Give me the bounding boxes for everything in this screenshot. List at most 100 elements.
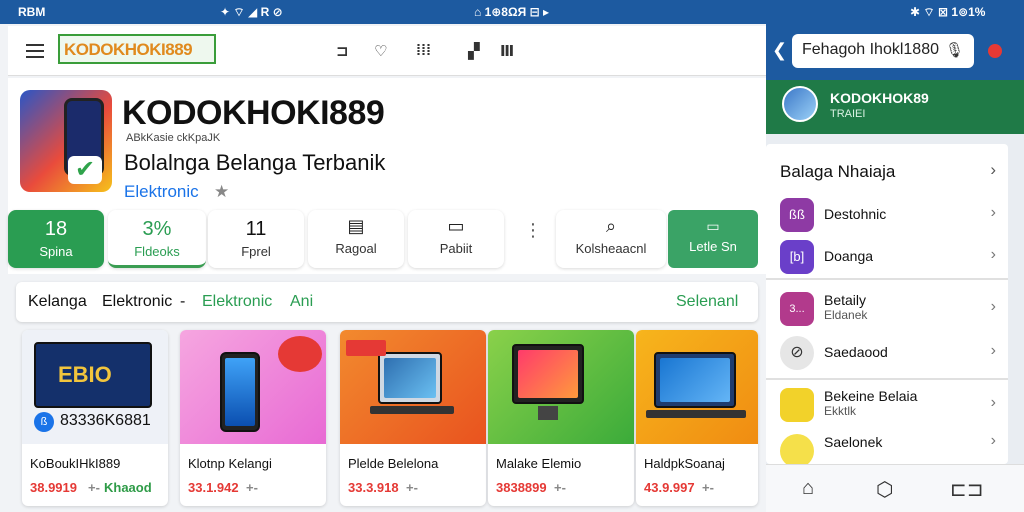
- product-image: EBIO ß 83336K6881: [22, 330, 168, 444]
- menu-item[interactable]: ⊘ Saedaood ›: [766, 330, 1008, 374]
- action-pabiit-button[interactable]: ▭ Pabiit: [408, 210, 504, 268]
- category-label[interactable]: Elektronic: [102, 293, 172, 311]
- divider: [766, 278, 1008, 280]
- search-header: ❮ Fehagoh Ihokl1880 🎙︎: [766, 24, 1024, 80]
- chevron-right-icon: ›: [990, 342, 996, 359]
- sale-burst-icon: [278, 336, 322, 372]
- action-label: Ragoal: [335, 241, 377, 256]
- laptop-screen: [384, 358, 436, 398]
- category-separator: -: [180, 293, 186, 310]
- checkmark-icon: ✔: [68, 156, 102, 184]
- action-ragoal-button[interactable]: ▤ Ragoal: [308, 210, 404, 268]
- home-icon[interactable]: ⌂: [802, 477, 814, 500]
- category-label[interactable]: Kelanga: [28, 293, 87, 311]
- product-name: Malake Elemio: [496, 456, 582, 471]
- bars-icon[interactable]: Ⅲ: [500, 42, 514, 60]
- laptop-base: [370, 406, 454, 414]
- search-input[interactable]: Fehagoh Ihokl1880 🎙︎: [792, 34, 974, 68]
- menu-item-label: Doanga: [824, 248, 874, 264]
- product-image: [340, 330, 486, 444]
- stat-value: 11: [245, 218, 267, 240]
- product-name: Klotnp Kelangi: [188, 456, 272, 471]
- avatar: [782, 86, 818, 122]
- category-label-active[interactable]: Elektronic: [202, 293, 272, 311]
- recent-apps-icon[interactable]: ⊏⊐: [950, 477, 984, 502]
- product-price: 43.9.997: [644, 480, 695, 495]
- account-subtitle: TRAIEI: [830, 108, 866, 120]
- app-category-link[interactable]: Elektronic: [124, 182, 199, 202]
- menu-item-sublabel: Ekktlk: [824, 404, 857, 418]
- menu-title[interactable]: Balaga Nhaiaja: [780, 162, 895, 182]
- product-card[interactable]: Plelde Belelona 33.3.918 +-: [340, 330, 486, 506]
- menu-icon[interactable]: [26, 44, 44, 58]
- store-logo[interactable]: KODOKHOKI889: [58, 34, 216, 64]
- product-card[interactable]: Malake Elemio 3838899 +-: [488, 330, 634, 506]
- app-title: KODOKHOKI889: [122, 94, 385, 132]
- product-card[interactable]: Klotnp Kelangi 33.1.942 +-: [180, 330, 326, 506]
- product-card[interactable]: EBIO ß 83336K6881 KoBoukIHkI889 38.9919 …: [22, 330, 168, 506]
- search-input-value: Fehagoh Ihokl1880: [802, 41, 939, 58]
- monitor-graphic: [512, 344, 584, 404]
- sale-tag-icon: [346, 340, 386, 356]
- action-label: Pabiit: [439, 241, 473, 256]
- menu-item[interactable]: ßß Destohnic ›: [766, 192, 1008, 236]
- product-price: 33.3.918: [348, 480, 399, 495]
- product-image: [180, 330, 326, 444]
- stat-value: 18: [44, 218, 68, 240]
- stat-value: 3%: [142, 218, 172, 240]
- back-arrow-icon[interactable]: ❮: [772, 40, 787, 61]
- monitor-stand: [538, 406, 558, 420]
- hexagon-icon[interactable]: ⬡: [876, 477, 893, 502]
- grid-icon[interactable]: ⁞⁞⁞: [416, 42, 431, 59]
- menu-item[interactable]: Bekeine Belaia Ekktlk ›: [766, 382, 1008, 426]
- collection-icon[interactable]: ⊐: [336, 42, 349, 60]
- chevron-right-icon[interactable]: ›: [990, 160, 996, 180]
- document-icon: ▤: [347, 216, 365, 236]
- more-options-icon[interactable]: ⋮: [524, 220, 542, 241]
- category-label[interactable]: Ani: [290, 293, 313, 311]
- stat-label: Fldeoks: [134, 244, 180, 259]
- chevron-right-icon: ›: [990, 246, 996, 263]
- app-small-label: ABkKasie ckKpaJK: [126, 132, 221, 144]
- chevron-right-icon: ›: [990, 394, 996, 411]
- top-app-bar: KODOKHOKI889 ⊐ ♡ ⁞⁞⁞ ▞ Ⅲ: [8, 26, 766, 76]
- menu-item-icon: 3...: [780, 292, 814, 326]
- action-label: Kolsheaacnl: [575, 241, 647, 256]
- install-label: Letle Sn: [689, 239, 737, 254]
- product-name: HaldpkSoanaj: [644, 456, 725, 471]
- chevron-right-icon: ›: [990, 204, 996, 221]
- product-name: KoBoukIHkI889: [30, 456, 121, 471]
- product-card[interactable]: HaldpkSoanaj 43.9.997 +-: [636, 330, 758, 506]
- brand-badge-icon: ß: [34, 412, 54, 432]
- menu-item-icon: ⊘: [780, 336, 814, 370]
- menu-item-icon: [b]: [780, 240, 814, 274]
- edit-icon[interactable]: ▞: [468, 42, 480, 60]
- category-bar: Kelanga Elektronic - Elektronic Ani Sele…: [16, 282, 758, 322]
- card-icon: ▭: [447, 216, 465, 236]
- divider: [766, 378, 1008, 380]
- menu-item-icon: ßß: [780, 198, 814, 232]
- status-left-text: RBM: [18, 5, 46, 19]
- tv-graphic: EBIO: [34, 342, 152, 408]
- product-price-sep: +-: [554, 480, 566, 495]
- action-search-button[interactable]: ⌕ Kolsheaacnl: [556, 210, 666, 268]
- status-center-text: ⌂ 1⊕8ΩЯ ⊟ ▸: [474, 5, 549, 19]
- status-bar: RBM ✦ ⌔ ◢ R ⊘ ⌂ 1⊕8ΩЯ ⊟ ▸ ✱ ⌔ ⊠ 1⊚1%: [0, 0, 1024, 24]
- install-button[interactable]: ▭ Letle Sn: [668, 210, 758, 268]
- menu-item-sublabel: Eldanek: [824, 308, 868, 322]
- menu-card: Balaga Nhaiaja › ßß Destohnic › [b] Doan…: [766, 144, 1008, 468]
- microphone-icon[interactable]: 🎙︎: [945, 41, 964, 59]
- notification-dot-icon[interactable]: [988, 44, 1002, 58]
- stat-spina: 18 Spina: [8, 210, 104, 268]
- phone-screen: [225, 358, 255, 426]
- see-all-link[interactable]: Selenanl: [676, 293, 738, 311]
- menu-item-label: Saelonek: [824, 434, 883, 450]
- stat-fldeoks: 3% Fldeoks: [108, 210, 206, 268]
- menu-item-label: Saedaood: [824, 344, 888, 360]
- heart-icon[interactable]: ♡: [374, 42, 387, 60]
- menu-item[interactable]: 3... Betaily Eldanek ›: [766, 286, 1008, 330]
- menu-item[interactable]: [b] Doanga ›: [766, 234, 1008, 278]
- laptop-screen: [660, 358, 730, 402]
- app-subtitle: Bolalnga Belanga Terbanik: [124, 150, 386, 175]
- chevron-right-icon: ›: [990, 298, 996, 315]
